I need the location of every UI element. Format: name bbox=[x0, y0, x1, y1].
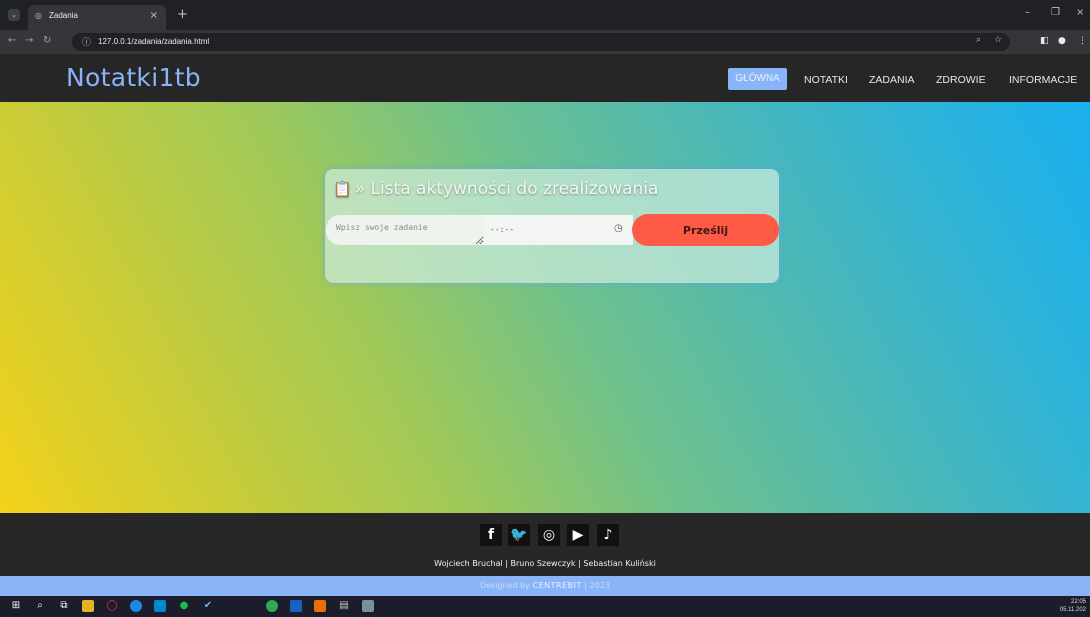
task-view-icon[interactable]: ⧉ bbox=[58, 600, 70, 612]
site-header: Notatki1tb GŁÓWNA NOTATKI ZADANIA ZDROWI… bbox=[0, 54, 1090, 102]
word-icon[interactable] bbox=[290, 600, 302, 612]
tab-close-icon[interactable]: × bbox=[150, 10, 158, 21]
restore-icon[interactable]: ❐ bbox=[1051, 7, 1060, 18]
task-input[interactable] bbox=[326, 215, 484, 245]
back-arrow-icon[interactable]: ← bbox=[8, 35, 16, 46]
clock-icon[interactable]: ◷ bbox=[614, 223, 623, 234]
search-icon[interactable]: ⌕ bbox=[34, 600, 46, 612]
browser-tab-bar: ⌄ ◎ Zadania × + – ❐ × bbox=[0, 0, 1090, 30]
forward-arrow-icon[interactable]: → bbox=[25, 35, 33, 46]
card-title: 📋» Lista aktywności do zrealizowania bbox=[333, 179, 658, 199]
site-footer: f 🐦 ◎ ▶ ♪ Wojciech Bruchal | Bruno Szewc… bbox=[0, 513, 1090, 576]
instagram-icon[interactable]: ◎ bbox=[538, 524, 560, 546]
browser-toolbar: ← → ↻ ⓘ 127.0.0.1/zadania/zadania.html ⌕… bbox=[0, 30, 1090, 54]
window-close-icon[interactable]: × bbox=[1076, 7, 1084, 18]
site-logo[interactable]: Notatki1tb bbox=[66, 63, 201, 92]
system-clock[interactable]: 22:05 05.11.202 bbox=[1060, 598, 1086, 614]
nav-item-glowna[interactable]: GŁÓWNA bbox=[728, 68, 787, 90]
globe-icon: ◎ bbox=[35, 11, 42, 20]
site-info-icon[interactable]: ⓘ bbox=[82, 35, 91, 48]
tab-title: Zadania bbox=[49, 11, 78, 20]
vscode-check-icon[interactable]: ✔ bbox=[202, 600, 214, 612]
tiktok-icon[interactable]: ♪ bbox=[597, 524, 619, 546]
windows-start-icon[interactable]: ⊞ bbox=[10, 600, 22, 612]
app-icon[interactable] bbox=[130, 600, 142, 612]
nav-item-zdrowie[interactable]: ZDROWIE bbox=[936, 74, 986, 86]
submit-button[interactable]: Prześlij bbox=[632, 214, 779, 246]
resize-handle[interactable] bbox=[477, 238, 482, 243]
os-taskbar: ⊞ ⌕ ⧉ ◯ ● ✔ ▤ 22:05 05.11.202 bbox=[0, 596, 1090, 617]
nav-item-informacje[interactable]: INFORMACJE bbox=[1009, 74, 1077, 86]
clock-date: 05.11.202 bbox=[1059, 607, 1086, 613]
document-icon[interactable]: ▤ bbox=[338, 600, 350, 612]
tab-search-icon[interactable]: ⌄ bbox=[8, 9, 20, 21]
designed-by-year: | 2023 bbox=[584, 581, 611, 590]
app-grey-icon[interactable] bbox=[362, 600, 374, 612]
task-form-card: 📋» Lista aktywności do zrealizowania --:… bbox=[325, 169, 779, 283]
url-text[interactable]: 127.0.0.1/zadania/zadania.html bbox=[98, 37, 209, 46]
designed-by-prefix: Designed by bbox=[479, 581, 530, 590]
authors-text: Wojciech Bruchal | Bruno Szewczyk | Seba… bbox=[434, 559, 656, 568]
chrome-icon[interactable] bbox=[266, 600, 278, 612]
nav-item-notatki[interactable]: NOTATKI bbox=[804, 74, 848, 86]
youtube-icon[interactable]: ▶ bbox=[567, 524, 589, 546]
side-panel-icon[interactable]: ◧ bbox=[1040, 36, 1049, 46]
file-explorer-icon[interactable] bbox=[82, 600, 94, 612]
time-input[interactable]: --:-- ◷ bbox=[484, 215, 633, 245]
app-orange-icon[interactable] bbox=[314, 600, 326, 612]
facebook-icon[interactable]: f bbox=[480, 524, 502, 546]
designed-by-brand[interactable]: CENTREBIT bbox=[533, 581, 582, 590]
spotify-icon[interactable]: ● bbox=[178, 600, 190, 612]
main-content: 📋» Lista aktywności do zrealizowania --:… bbox=[0, 102, 1090, 513]
clipboard-icon: 📋 bbox=[333, 180, 352, 198]
address-bar[interactable]: ⓘ 127.0.0.1/zadania/zadania.html ⌕ ☆ bbox=[72, 33, 1010, 51]
mail-icon[interactable] bbox=[154, 600, 166, 612]
reload-icon[interactable]: ↻ bbox=[43, 35, 51, 46]
twitter-icon[interactable]: 🐦 bbox=[508, 524, 530, 546]
zoom-icon[interactable]: ⌕ bbox=[976, 35, 981, 45]
bookmark-star-icon[interactable]: ☆ bbox=[994, 35, 1002, 45]
profile-icon[interactable]: ● bbox=[1058, 36, 1066, 46]
nav-item-zadania[interactable]: ZADANIA bbox=[869, 74, 915, 86]
opera-icon[interactable]: ◯ bbox=[106, 600, 118, 612]
designed-by-bar: Designed by CENTREBIT | 2023 bbox=[0, 576, 1090, 596]
time-value: --:-- bbox=[490, 225, 515, 234]
clock-time: 22:05 bbox=[1070, 599, 1086, 605]
minimize-icon[interactable]: – bbox=[1025, 7, 1030, 18]
new-tab-icon[interactable]: + bbox=[177, 7, 188, 22]
browser-menu-icon[interactable]: ⋮ bbox=[1078, 36, 1087, 46]
browser-tab[interactable]: ◎ Zadania × bbox=[28, 5, 166, 30]
card-title-text: » Lista aktywności do zrealizowania bbox=[354, 179, 659, 199]
